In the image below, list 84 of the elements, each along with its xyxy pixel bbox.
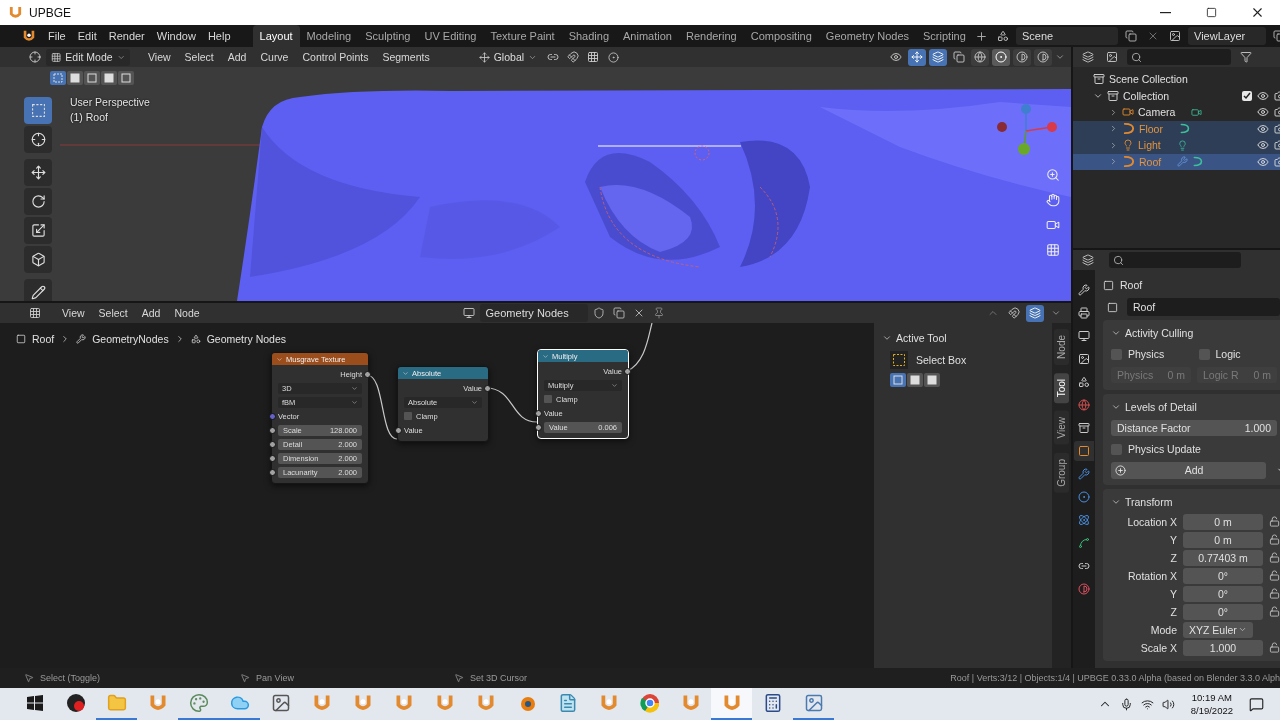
status-hint: Set 3D Cursor [469, 673, 527, 683]
menu-item[interactable]: Render [102, 26, 151, 46]
property-label: Y [1169, 533, 1177, 546]
workspace-tab[interactable]: Layout [252, 25, 300, 47]
checkbox-label: Logic [1215, 348, 1241, 360]
number-field[interactable]: 0 m [1183, 513, 1263, 530]
tree-item-label: Light [1138, 139, 1161, 152]
workspace-tab[interactable]: UV Editing [417, 25, 484, 47]
menu-item[interactable]: Edit [71, 26, 103, 46]
workspace-tab[interactable]: Geometry Nodes [818, 25, 916, 47]
panel-header[interactable]: Activity Culling [1111, 324, 1280, 342]
scene-field[interactable]: Scene [1016, 27, 1118, 45]
menu-item[interactable]: Select [178, 47, 220, 67]
orientation-dropdown[interactable]: Global [473, 48, 543, 66]
view-layer-field[interactable]: ViewLayer [1188, 27, 1266, 45]
menu-item[interactable]: Curve [254, 47, 295, 67]
sidebar-tab[interactable]: Group [1054, 452, 1069, 493]
clock-time: 10:19 AM [1191, 691, 1232, 704]
view-name: User Perspective [70, 95, 150, 110]
panel-title: Active Tool [896, 332, 947, 344]
menu-item[interactable]: View [56, 303, 91, 323]
workspace-tab[interactable]: Shading [561, 25, 617, 47]
tree-item-label: Floor [1139, 122, 1163, 135]
node-tree-field[interactable]: Geometry Nodes [479, 304, 588, 322]
status-hint: Pan View [256, 673, 294, 683]
panel-header[interactable]: Transform [1111, 493, 1280, 511]
name-field[interactable]: Roof [1127, 298, 1280, 316]
tree-item[interactable]: Scene Collection [1109, 73, 1188, 86]
workspace-tab[interactable]: Rendering [678, 25, 744, 47]
number-field[interactable]: 0° [1183, 567, 1263, 584]
number-field[interactable]: 1.000 [1183, 639, 1263, 656]
number-field[interactable]: 0.77403 m [1183, 549, 1263, 566]
property-label: Scale X [1139, 641, 1177, 654]
object-title: Roof [1120, 279, 1143, 291]
menu-item[interactable]: File [42, 26, 72, 46]
object-label: (1) Roof [70, 110, 108, 125]
tree-item-label: Roof [1139, 155, 1162, 168]
mode-dropdown[interactable]: Edit Mode [46, 48, 130, 66]
menu-item[interactable]: View [142, 47, 177, 67]
workspace-tab[interactable]: Texture Paint [483, 25, 562, 47]
workspace-tab[interactable]: Animation [616, 25, 679, 47]
property-label: Y [1169, 587, 1177, 600]
workspace-tab[interactable]: Modeling [299, 25, 359, 47]
panel-header[interactable]: Levels of Detail [1111, 398, 1280, 416]
add-button[interactable]: Add [1111, 461, 1266, 479]
checkbox-label: Physics Update [1128, 443, 1201, 455]
window-title: UPBGE [29, 5, 71, 20]
menu-item[interactable]: Segments [376, 47, 436, 67]
tree-row[interactable]: Camera [1073, 104, 1280, 121]
number-field[interactable]: Distance Factor 1.000 [1111, 420, 1277, 436]
sidebar-tab[interactable]: View [1054, 411, 1069, 445]
menu-item[interactable]: Node [168, 303, 206, 323]
menu-item[interactable]: Add [221, 47, 253, 67]
property-label: Rotation X [1126, 569, 1177, 582]
checkbox-label: Physics [1128, 348, 1165, 360]
sidebar-tab[interactable]: Tool [1054, 372, 1069, 404]
menu-item[interactable]: Control Points [296, 47, 375, 67]
menu-item[interactable]: Window [150, 26, 202, 46]
mode-dropdown[interactable]: XYZ Euler [1183, 621, 1253, 638]
breadcrumb[interactable]: Roof [32, 333, 55, 345]
number-field[interactable]: 0 m [1183, 531, 1263, 548]
property-label: Mode [1149, 623, 1177, 636]
menu-item[interactable]: Select [92, 303, 134, 323]
number-field[interactable]: 0° [1183, 603, 1263, 620]
workspace-tab[interactable]: Sculpting [358, 25, 418, 47]
breadcrumb[interactable]: Geometry Nodes [206, 333, 286, 345]
property-label: Location X [1126, 515, 1177, 528]
breadcrumb[interactable]: GeometryNodes [92, 333, 169, 345]
workspace-tab[interactable]: Scripting [916, 25, 973, 47]
sidebar-tab[interactable]: Node [1054, 329, 1069, 365]
tree-item-label: Camera [1138, 106, 1176, 119]
workspace-tab[interactable]: Compositing [743, 25, 819, 47]
status-hint: Select (Toggle) [40, 673, 101, 683]
tree-item[interactable]: Collection [1123, 89, 1170, 102]
clock-date: 8/19/2022 [1190, 704, 1233, 717]
status-info: Roof | Verts:3/12 | Objects:1/4 | UPBGE 0.33.0 Alpha (based on Blender 3.3.0 Alph [950, 673, 1280, 683]
property-label: Z [1169, 551, 1177, 564]
menu-item[interactable]: Add [135, 303, 167, 323]
menu-item[interactable]: Help [201, 26, 237, 46]
number-field[interactable]: 0° [1183, 585, 1263, 602]
tree-row[interactable]: Floor [1073, 120, 1280, 137]
tool-name: Select Box [916, 354, 967, 366]
tree-row[interactable]: Light [1073, 137, 1280, 154]
property-label: Z [1169, 605, 1177, 618]
